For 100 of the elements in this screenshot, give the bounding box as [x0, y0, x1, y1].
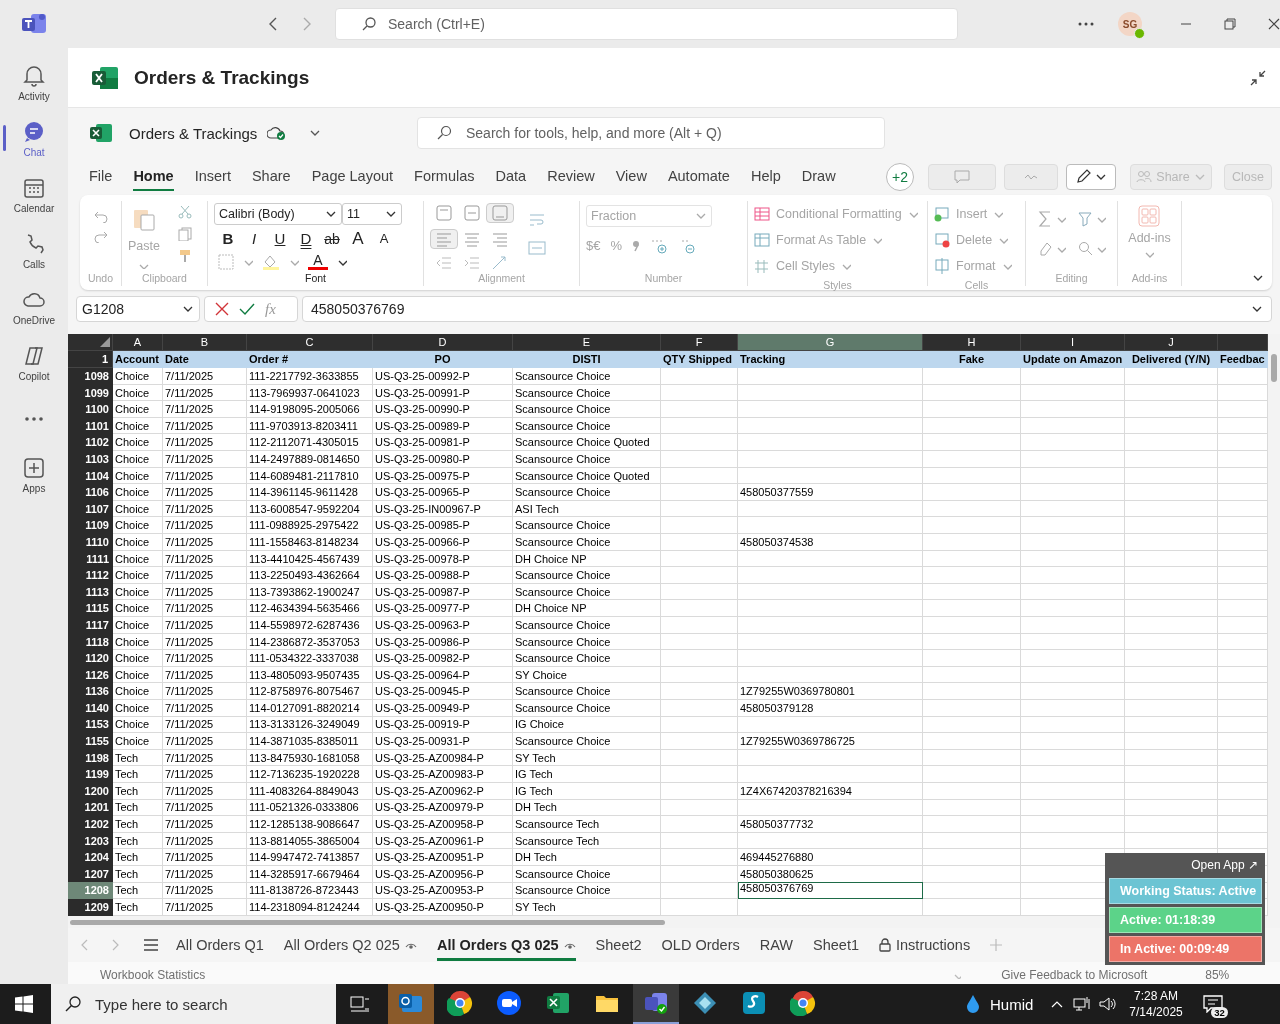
font-button[interactable]: B	[218, 230, 238, 248]
undo-icon[interactable]	[93, 211, 108, 223]
status-text[interactable]: Workbook Statistics	[100, 968, 206, 982]
search-field[interactable]: Search for tools, help, and more (Alt + Q)	[417, 117, 885, 149]
sheet-tab[interactable]: Sheet2	[595, 929, 642, 961]
menu-tab[interactable]: Home	[133, 162, 174, 191]
horizontal-scrollbar[interactable]	[70, 920, 665, 925]
select-all-icon[interactable]	[100, 337, 110, 347]
avatar[interactable]: SG	[1118, 12, 1142, 36]
column-header[interactable]: C	[247, 334, 373, 351]
align-middle-icon[interactable]	[463, 205, 481, 221]
menu-tab[interactable]: Help	[750, 162, 781, 191]
sort-filter-icon[interactable]	[1078, 211, 1092, 227]
borders-icon[interactable]	[218, 253, 234, 270]
column-header[interactable]: E	[513, 334, 661, 351]
menu-tab[interactable]: Formulas	[414, 162, 475, 191]
menu-tab[interactable]: Page Layout	[311, 162, 394, 191]
font-name-dropdown[interactable]: Calibri (Body)	[214, 203, 342, 225]
clear-icon[interactable]	[1038, 241, 1052, 257]
open-app-link[interactable]: Open App ↗	[1187, 856, 1262, 874]
column-header[interactable]: I	[1021, 334, 1125, 351]
sheet-tab[interactable]: All Orders Q2 025	[283, 929, 417, 961]
cloud-check-icon[interactable]	[267, 125, 286, 141]
more-icon[interactable]	[1078, 22, 1095, 26]
font-button[interactable]: A	[374, 230, 394, 248]
windows-logo-icon[interactable]	[15, 995, 33, 1013]
format-painter-icon[interactable]	[177, 249, 192, 263]
column-header[interactable]: G	[738, 334, 923, 351]
menu-tab[interactable]: Draw	[801, 162, 836, 191]
align-right-icon[interactable]	[491, 231, 509, 247]
find-icon[interactable]	[1078, 241, 1092, 257]
next-sheet-icon[interactable]	[112, 939, 120, 951]
sheet-tab[interactable]: OLD Orders	[661, 929, 740, 961]
restore-icon[interactable]	[1224, 18, 1236, 30]
font-size-dropdown[interactable]: 11	[342, 203, 402, 225]
column-header[interactable]: H	[923, 334, 1021, 351]
rail-item[interactable]: Calendar	[13, 176, 55, 214]
font-color-button[interactable]: A	[308, 253, 328, 270]
sum-icon[interactable]	[1038, 211, 1052, 227]
menu-tab[interactable]: File	[89, 162, 113, 191]
network-icon[interactable]	[1073, 996, 1092, 1012]
copy-icon[interactable]	[177, 227, 192, 241]
redo-icon[interactable]	[93, 231, 108, 243]
menu-tab[interactable]: View	[615, 162, 647, 191]
teams-logo-icon[interactable]	[22, 13, 46, 35]
cut-icon[interactable]	[177, 205, 192, 219]
menu-tab[interactable]: Automate	[667, 162, 730, 191]
menu-tab[interactable]: Review	[547, 162, 595, 191]
rail-item[interactable]: Apps	[22, 456, 46, 494]
rail-item[interactable]: OneDrive	[12, 288, 56, 326]
previous-sheet-icon[interactable]	[80, 939, 88, 951]
catch-up-button[interactable]	[1004, 163, 1058, 190]
search-field[interactable]: Search (Ctrl+E)	[335, 8, 959, 40]
back-icon[interactable]	[268, 17, 278, 31]
editing-mode-button[interactable]	[1066, 163, 1116, 190]
sheet-tab[interactable]: RAW	[759, 929, 794, 961]
font-button[interactable]: A	[348, 230, 368, 248]
column-header[interactable]	[1218, 334, 1268, 351]
rail-item[interactable]: Chat	[22, 120, 46, 158]
column-header[interactable]: A	[113, 334, 163, 351]
clock-time[interactable]: 7:28 AM	[1134, 988, 1179, 1004]
rail-item[interactable]: Activity	[18, 64, 50, 102]
speaker-icon[interactable]	[1099, 996, 1118, 1012]
fill-color-icon[interactable]	[262, 253, 280, 270]
name-box[interactable]: G1208	[76, 296, 200, 322]
decrease-indent-icon[interactable]	[435, 255, 453, 271]
chevron-up-icon[interactable]	[1051, 1000, 1064, 1008]
increase-decimal-icon[interactable]	[650, 238, 669, 254]
column-header[interactable]: F	[661, 334, 738, 351]
rail-item[interactable]: Copilot	[18, 344, 50, 382]
column-header[interactable]: B	[163, 334, 247, 351]
add-sheet-icon[interactable]	[990, 939, 1003, 951]
row-header[interactable]: 1208	[68, 882, 113, 899]
collapse-icon[interactable]	[1250, 69, 1266, 86]
feedback-link[interactable]: Give Feedback to Microsoft	[1001, 968, 1148, 982]
align-top-icon[interactable]	[435, 205, 453, 221]
task-view-icon[interactable]	[350, 996, 370, 1012]
menu-tab[interactable]: Insert	[194, 162, 231, 191]
menu-tab[interactable]: Data	[495, 162, 527, 191]
merge-icon[interactable]	[528, 241, 546, 255]
align-center-icon[interactable]	[463, 231, 481, 247]
menu-icon[interactable]	[144, 939, 158, 951]
enter-icon[interactable]	[239, 302, 255, 316]
font-button[interactable]: U	[270, 230, 290, 248]
comment-button[interactable]	[928, 163, 996, 190]
weather-text[interactable]: Humid	[990, 995, 1034, 1013]
zoom-level[interactable]: 85%	[1205, 968, 1230, 982]
increase-indent-icon[interactable]	[463, 255, 481, 271]
orientation-icon[interactable]	[491, 255, 509, 271]
wrap-text-icon[interactable]	[529, 213, 545, 227]
font-button[interactable]: ab	[322, 230, 342, 248]
sheet-tab[interactable]: Instructions	[879, 929, 971, 961]
cancel-icon[interactable]	[215, 302, 229, 316]
align-left-icon[interactable]	[430, 229, 458, 249]
clock-date[interactable]: 7/14/2025	[1129, 1004, 1183, 1020]
paste-icon[interactable]	[133, 207, 155, 231]
align-bottom-icon[interactable]	[486, 203, 514, 223]
collaborators-badge[interactable]: +2	[886, 162, 914, 191]
font-button[interactable]: D	[296, 230, 316, 248]
column-header[interactable]: J	[1125, 334, 1218, 351]
